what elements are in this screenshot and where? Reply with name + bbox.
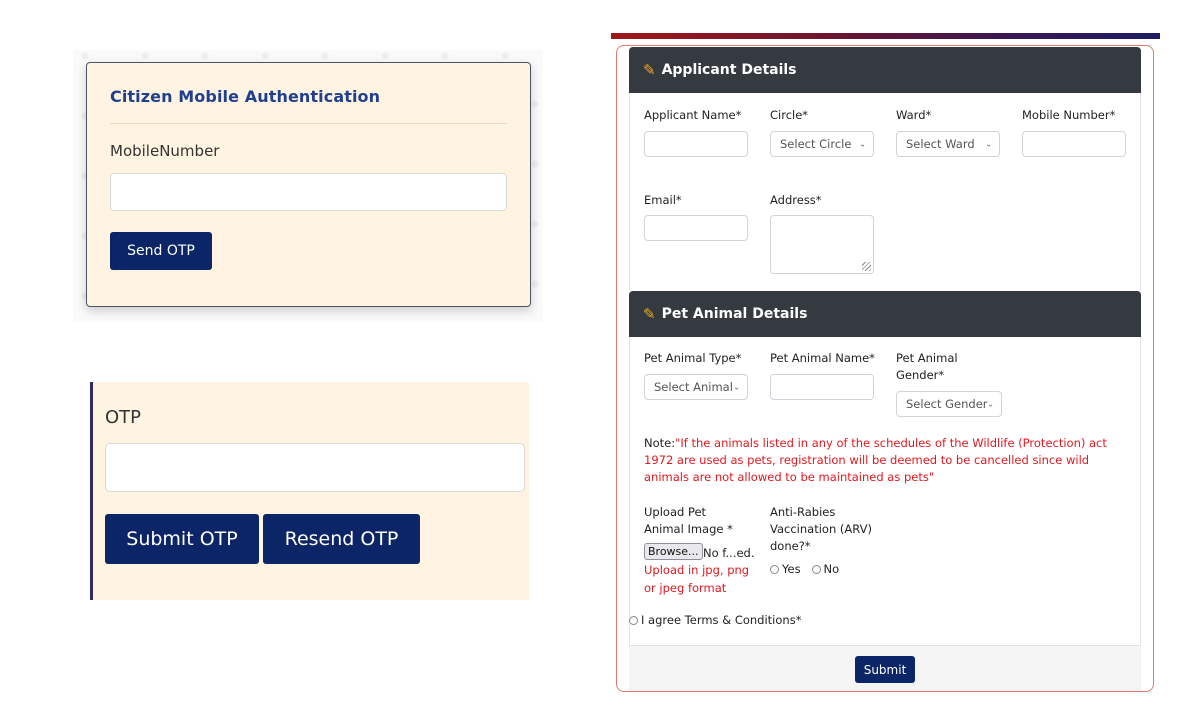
- chevron-down-icon: ⌄: [859, 139, 866, 149]
- applicant-name-label: Applicant Name*: [644, 108, 742, 122]
- email-input[interactable]: [644, 215, 748, 241]
- section-title: Pet Animal Details: [661, 306, 808, 322]
- edit-icon: ✎: [643, 61, 656, 79]
- circle-select[interactable]: Select Circle ⌄: [770, 131, 874, 157]
- registration-form-card: ✎ Applicant Details Applicant Name* Circ…: [616, 45, 1154, 692]
- section-title: Applicant Details: [661, 62, 797, 78]
- upload-label: Upload Pet Animal Image *: [644, 504, 733, 538]
- label-line: Gender*: [896, 368, 945, 382]
- send-otp-button[interactable]: Send OTP: [110, 232, 212, 270]
- pet-type-label: Pet Animal Type*: [644, 351, 742, 365]
- radio-label: Yes: [782, 562, 801, 576]
- header-gradient-bar: [611, 33, 1160, 39]
- label-line: Upload Pet: [644, 505, 707, 519]
- resend-otp-button[interactable]: Resend OTP: [263, 514, 420, 564]
- hint-line: Upload in jpg, png: [644, 563, 750, 577]
- pet-name-label: Pet Animal Name*: [770, 351, 875, 365]
- arv-label: Anti-Rabies Vaccination (ARV) done?*: [770, 504, 872, 555]
- ward-label: Ward*: [896, 108, 932, 122]
- mobile-number-input[interactable]: [110, 173, 507, 211]
- label-line: done?*: [770, 539, 811, 553]
- pet-gender-label: Pet Animal Gender*: [896, 350, 958, 384]
- ward-select[interactable]: Select Ward ⌄: [896, 131, 1000, 157]
- ward-selected: Select Ward: [906, 137, 975, 151]
- label-line: Animal Image *: [644, 522, 733, 536]
- arv-yes-radio[interactable]: Yes: [770, 562, 801, 576]
- edit-icon: ✎: [643, 305, 656, 323]
- pet-type-selected: Select Animal: [654, 380, 733, 394]
- browse-button[interactable]: Browse...: [644, 543, 703, 560]
- terms-radio-circle[interactable]: [629, 616, 638, 625]
- pet-details-header: ✎ Pet Animal Details: [629, 291, 1141, 337]
- address-textarea[interactable]: [770, 215, 874, 274]
- radio-label: No: [823, 562, 840, 576]
- mobile-number-label: MobileNumber: [110, 142, 220, 160]
- circle-selected: Select Circle: [780, 137, 852, 151]
- chevron-down-icon: ⌄: [987, 399, 994, 409]
- note-text: "If the animals listed in any of the sch…: [644, 436, 1107, 484]
- otp-input[interactable]: [105, 443, 525, 492]
- otp-panel: OTP Submit OTP Resend OTP: [90, 382, 529, 600]
- label-line: Pet Animal: [896, 351, 958, 365]
- circle-label: Circle*: [770, 108, 809, 122]
- mobile-number-field[interactable]: [1022, 131, 1126, 157]
- submit-otp-button[interactable]: Submit OTP: [105, 514, 259, 564]
- submit-button[interactable]: Submit: [855, 656, 915, 683]
- arv-radio-group: Yes No: [770, 561, 839, 578]
- mobile-number-label: Mobile Number*: [1022, 108, 1116, 122]
- applicant-details-header: ✎ Applicant Details: [629, 47, 1141, 93]
- chevron-down-icon: ⌄: [985, 139, 992, 149]
- auth-title: Citizen Mobile Authentication: [110, 87, 381, 106]
- hint-line: or jpeg format: [644, 581, 727, 595]
- pet-name-input[interactable]: [770, 374, 874, 400]
- email-label: Email*: [644, 193, 682, 207]
- terms-checkbox[interactable]: I agree Terms & Conditions*: [629, 612, 801, 629]
- radio-circle[interactable]: [811, 565, 821, 574]
- divider: [110, 123, 507, 124]
- applicant-name-input[interactable]: [644, 131, 748, 157]
- radio-circle[interactable]: [770, 565, 779, 574]
- file-status: No f...ed.: [703, 546, 755, 560]
- terms-label: I agree Terms & Conditions*: [641, 613, 802, 627]
- otp-label: OTP: [105, 407, 142, 428]
- form-footer: Submit: [629, 645, 1141, 691]
- chevron-down-icon: ⌄: [733, 382, 740, 392]
- pet-gender-select[interactable]: Select Gender ⌄: [896, 391, 1002, 417]
- pet-gender-selected: Select Gender: [906, 397, 988, 411]
- wildlife-note: Note:"If the animals listed in any of th…: [644, 435, 1134, 486]
- upload-format-hint: Upload in jpg, png or jpeg format: [644, 561, 749, 597]
- resize-handle[interactable]: [862, 262, 871, 271]
- pet-type-select[interactable]: Select Animal ⌄: [644, 374, 748, 400]
- label-line: Vaccination (ARV): [770, 522, 872, 536]
- address-label: Address*: [770, 193, 822, 207]
- label-line: Anti-Rabies: [770, 505, 836, 519]
- arv-no-radio[interactable]: No: [811, 562, 840, 576]
- note-label: Note:: [644, 436, 676, 450]
- mobile-auth-card: Citizen Mobile Authentication MobileNumb…: [86, 62, 531, 307]
